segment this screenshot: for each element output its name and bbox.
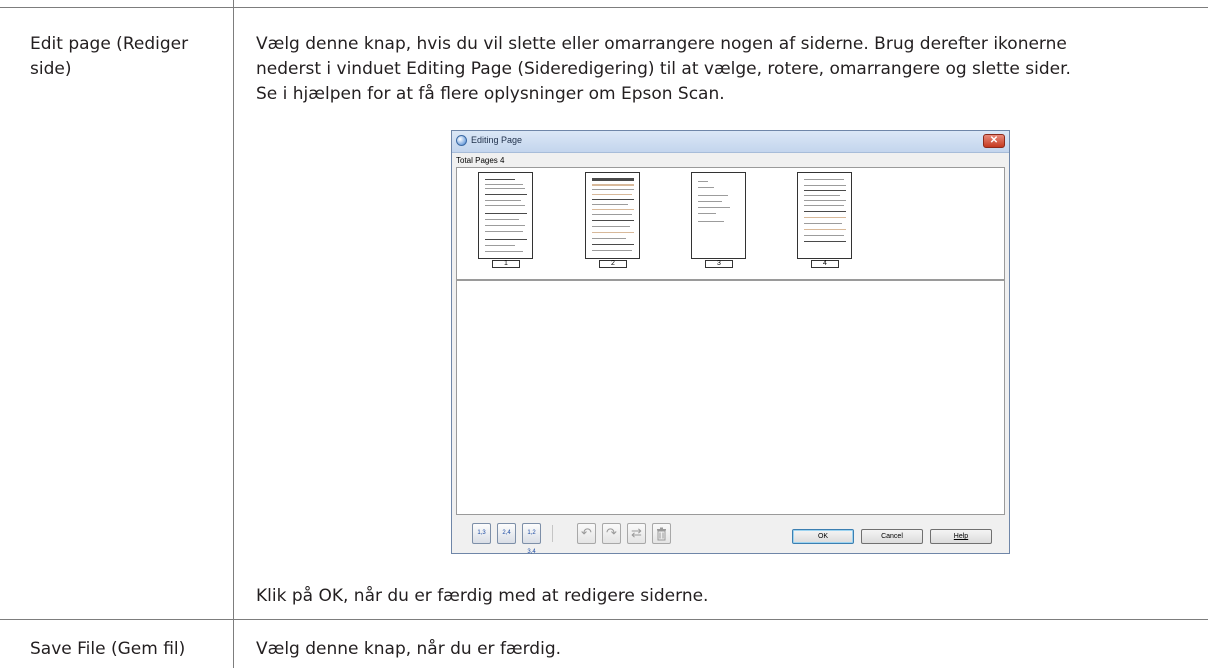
row-label-edit-page: Edit page (Rediger side) <box>30 32 230 82</box>
select-even-pages-button[interactable]: 2,4 <box>497 523 516 544</box>
text-line <box>804 200 846 201</box>
row-footer-note: Klik på OK, når du er færdig med at redi… <box>256 586 709 606</box>
text-line <box>592 184 634 186</box>
select-all-icon: 1,2 3,4 <box>527 530 536 555</box>
text-line <box>592 220 634 221</box>
text-line <box>485 205 525 206</box>
text-line <box>804 185 846 186</box>
select-odd-pages-button[interactable]: 1,3 <box>472 523 491 544</box>
text-line <box>485 184 523 185</box>
text-line <box>485 200 521 201</box>
dialog-title: Editing Page <box>471 135 523 145</box>
rotate-right-icon: ↷ <box>606 525 617 540</box>
page-number-4: 4 <box>811 260 839 268</box>
text-line <box>698 221 724 222</box>
dialog-titlebar: Editing Page ✕ <box>452 131 1009 153</box>
text-line <box>592 199 634 200</box>
text-line <box>592 244 634 245</box>
text-line <box>698 207 730 208</box>
text-line <box>592 250 632 251</box>
rotate-left-icon: ↶ <box>581 525 592 540</box>
description-line: Vælg denne knap, hvis du vil slette elle… <box>256 34 1067 54</box>
rotate-right-button[interactable]: ↷ <box>602 523 621 544</box>
text-line <box>485 179 515 180</box>
text-line <box>698 195 728 196</box>
select-odd-icon: 1,3 <box>477 530 486 536</box>
row-description-edit-page: Vælg denne knap, hvis du vil slette elle… <box>256 32 1206 107</box>
close-button[interactable]: ✕ <box>983 134 1005 148</box>
page-thumbnail-1[interactable] <box>478 172 533 259</box>
text-line <box>804 190 846 191</box>
editing-page-dialog: Editing Page ✕ Total Pages 4 1 2 3 4 1,3… <box>451 130 1010 555</box>
text-line <box>804 235 844 236</box>
text-line <box>485 194 527 195</box>
total-pages-label: Total Pages 4 <box>456 156 505 165</box>
row-label-save-file: Save File (Gem fil) <box>30 639 186 659</box>
text-line <box>804 205 844 206</box>
text-line <box>485 213 527 214</box>
text-line <box>592 178 634 181</box>
page-thumbnail-3[interactable] <box>691 172 746 259</box>
text-line <box>485 231 523 232</box>
row-label-line: side) <box>30 59 72 79</box>
text-line <box>485 245 515 246</box>
epson-scan-app-icon <box>456 135 467 146</box>
text-line <box>485 225 525 226</box>
text-line <box>698 213 716 214</box>
page-number-3: 3 <box>705 260 733 268</box>
toolbar-separator <box>552 525 553 542</box>
page-thumbnail-2[interactable] <box>585 172 640 259</box>
help-button-label: Help <box>953 533 969 540</box>
text-line <box>592 214 632 215</box>
select-all-pages-button[interactable]: 1,2 3,4 <box>522 523 541 555</box>
text-line <box>804 229 846 230</box>
text-line <box>804 179 844 180</box>
text-line <box>592 238 626 239</box>
delete-page-button[interactable] <box>652 523 671 544</box>
row-description-save-file: Vælg denne knap, når du er færdig. <box>256 639 562 659</box>
text-line <box>698 201 722 202</box>
text-line <box>485 219 519 220</box>
page-number-1: 1 <box>492 260 520 268</box>
text-line <box>804 211 846 212</box>
ok-button[interactable]: OK <box>792 529 854 544</box>
text-line <box>592 209 634 210</box>
table-top-border <box>0 7 1208 8</box>
cancel-button[interactable]: Cancel <box>861 529 923 544</box>
text-line <box>804 241 846 242</box>
description-line: Se i hjælpen for at få flere oplysninger… <box>256 84 725 104</box>
text-line <box>804 195 840 196</box>
text-line <box>485 251 523 252</box>
text-line <box>592 194 632 195</box>
page-thumbnail-4[interactable] <box>797 172 852 259</box>
help-button[interactable]: Help <box>930 529 992 544</box>
text-line <box>804 217 846 218</box>
page-thumbnails-pane[interactable]: 1 2 3 4 <box>456 167 1005 515</box>
select-even-icon: 2,4 <box>502 530 511 536</box>
pane-divider <box>457 279 1004 281</box>
text-line <box>485 239 527 240</box>
row-label-line: Edit page (Rediger <box>30 34 189 54</box>
row-divider <box>0 619 1208 620</box>
description-line: nederst i vinduet Editing Page (Sideredi… <box>256 59 1071 79</box>
rotate-left-button[interactable]: ↶ <box>577 523 596 544</box>
rearrange-button[interactable]: ⇄ <box>627 523 646 544</box>
dialog-toolbar: 1,3 2,4 1,2 3,4 ↶ ↷ ⇄ OK Cancel Help <box>452 517 1009 555</box>
delete-icon <box>656 527 667 544</box>
text-line <box>592 232 634 233</box>
text-line <box>698 181 708 182</box>
rearrange-icon: ⇄ <box>631 525 642 540</box>
text-line <box>592 204 628 205</box>
text-line <box>804 223 842 224</box>
column-divider <box>233 0 234 668</box>
page-number-2: 2 <box>599 260 627 268</box>
text-line <box>592 189 634 190</box>
text-line <box>485 188 525 189</box>
text-line <box>592 226 630 227</box>
text-line <box>698 187 714 188</box>
